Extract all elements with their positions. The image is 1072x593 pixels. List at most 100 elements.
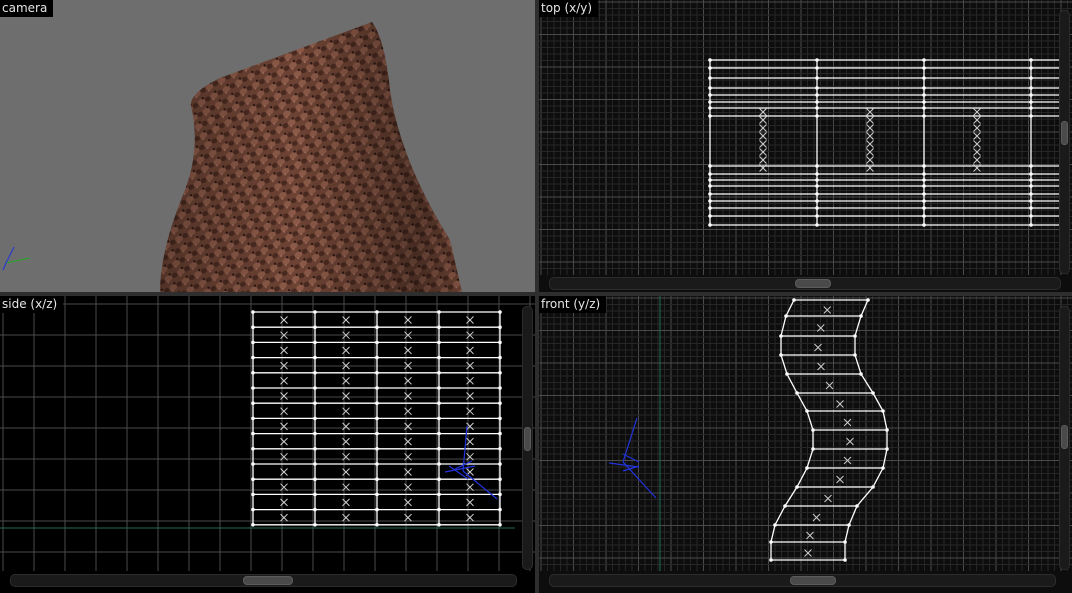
top-viewport-label: top (x/y) [539, 0, 599, 17]
vertex-point [251, 340, 255, 345]
vertex-point [1029, 206, 1033, 210]
vertex-point [437, 477, 441, 481]
vertex-point [251, 507, 255, 512]
vertex-point [922, 214, 926, 218]
control-point-icon [843, 418, 852, 427]
top-wireframe [708, 58, 1059, 227]
vertex-point [779, 353, 783, 357]
vertex-point [795, 485, 799, 489]
grid-lines [539, 296, 1072, 571]
control-point-icon [824, 494, 832, 503]
vertex-point [251, 310, 255, 314]
front-vertical-scrollbar[interactable] [1059, 306, 1070, 570]
side-grid-canvas [0, 296, 535, 571]
vertex-point [708, 100, 712, 104]
vertex-point [885, 447, 889, 451]
vertex-point [437, 325, 441, 329]
vertex-point [815, 100, 819, 104]
vertex-point [313, 523, 317, 527]
vertex-point [922, 199, 926, 203]
front-viewport[interactable]: front (y/z) [539, 296, 1072, 593]
vertex-point [1029, 184, 1033, 188]
vertex-point [313, 477, 317, 481]
vertex-point [815, 223, 819, 227]
vertex-point [498, 447, 502, 451]
vertex-point [859, 372, 863, 376]
vertex-point [251, 325, 255, 329]
front-viewport-label: front (y/z) [539, 296, 607, 313]
vertex-point [1029, 114, 1033, 118]
vertex-point [922, 86, 926, 90]
vertex-point [437, 340, 441, 345]
side-vertical-scrollbar[interactable] [522, 306, 533, 570]
side-scroll-thumb[interactable] [243, 576, 293, 585]
vertex-point [437, 355, 441, 360]
control-point-icon [759, 140, 767, 148]
vertex-point [815, 172, 819, 176]
vertex-point [922, 100, 926, 104]
vertex-point [843, 558, 847, 562]
vertex-point [375, 447, 379, 451]
vertex-point [853, 353, 857, 357]
control-point-icon [759, 116, 767, 124]
vertex-point [313, 401, 317, 405]
vertex-point [859, 314, 863, 318]
camera-viewport[interactable]: camera [0, 0, 535, 292]
vertex-point [708, 76, 712, 80]
top-horizontal-scrollbar[interactable] [549, 277, 1061, 290]
vertex-point [922, 192, 926, 196]
vertex-point [708, 86, 712, 90]
vertex-point [853, 334, 857, 338]
vertex-point [251, 492, 255, 497]
vertex-point [375, 310, 379, 314]
vertex-point [805, 466, 809, 470]
front-wireframe [769, 298, 889, 562]
vertex-point [313, 325, 317, 329]
top-vertical-scrollbar[interactable] [1059, 10, 1070, 274]
camera-render [2, 22, 462, 292]
front-vscroll-thumb[interactable] [1061, 425, 1068, 449]
vertex-point [815, 192, 819, 196]
side-horizontal-scrollbar[interactable] [10, 574, 517, 587]
vertex-point [251, 431, 255, 436]
vertex-point [871, 485, 875, 489]
vertex-point [498, 340, 502, 345]
vertex-point [784, 314, 788, 318]
vertex-point [437, 386, 441, 390]
axis-gizmo-icon [2, 246, 31, 271]
vertex-point [922, 114, 926, 118]
side-viewport[interactable]: side (x/z) [0, 296, 535, 593]
vertex-point [498, 477, 502, 481]
vertex-point [313, 386, 317, 390]
top-scroll-thumb[interactable] [795, 279, 831, 288]
front-scroll-thumb[interactable] [790, 576, 836, 585]
vertex-point [251, 355, 255, 360]
front-horizontal-scrollbar[interactable] [549, 574, 1056, 587]
vertex-point [498, 431, 502, 436]
vertex-point [437, 401, 441, 405]
side-vscroll-thumb[interactable] [524, 427, 531, 451]
front-grid-canvas [539, 296, 1072, 571]
top-vscroll-thumb[interactable] [1061, 121, 1068, 145]
vertex-point [437, 431, 441, 436]
vertex-point [708, 184, 712, 188]
grid-lines [539, 0, 1072, 275]
vertex-point [708, 66, 712, 70]
vertex-point [313, 447, 317, 451]
vertex-point [773, 523, 777, 527]
vertex-point [498, 386, 502, 390]
vertex-point [498, 355, 502, 360]
vertex-point [313, 492, 317, 497]
top-viewport[interactable]: top (x/y) [539, 0, 1072, 292]
vertex-point [251, 477, 255, 481]
vertex-point [437, 310, 441, 314]
vertex-point [251, 523, 255, 527]
vertex-point [375, 371, 379, 375]
vertex-point [437, 523, 441, 527]
vertex-point [375, 401, 379, 405]
vertex-point [437, 492, 441, 497]
vertex-point [922, 76, 926, 80]
side-wireframe [251, 310, 502, 527]
vertex-point [708, 172, 712, 176]
vertex-point [708, 164, 712, 168]
